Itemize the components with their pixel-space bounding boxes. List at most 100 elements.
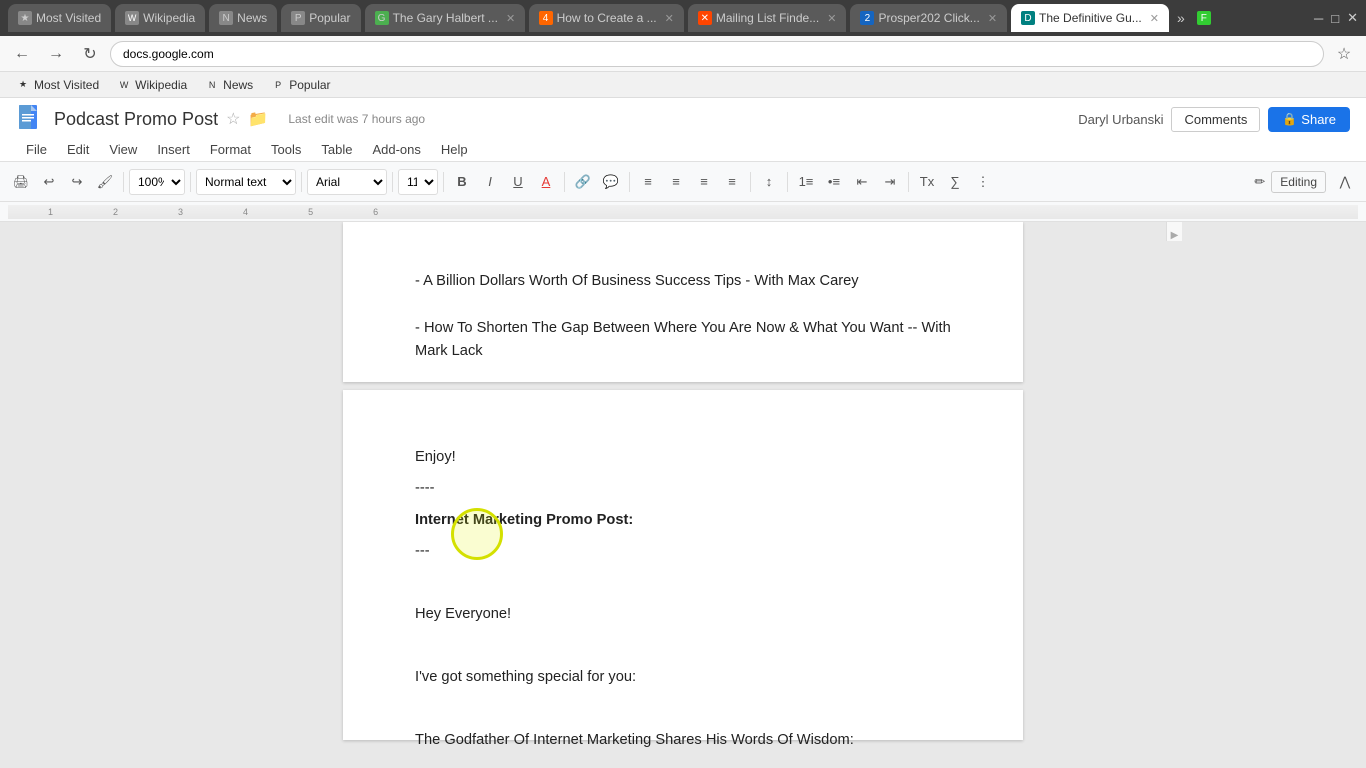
tab-prosper202-close[interactable]: ✕ [988, 12, 997, 25]
justify-button[interactable]: ≡ [719, 169, 745, 195]
browser-window-actions: ─ □ ✕ [1314, 10, 1358, 26]
link-button[interactable]: 🔗 [570, 169, 596, 195]
tab-wikipedia[interactable]: W Wikipedia [115, 4, 205, 32]
bookmark-popular[interactable]: P Popular [263, 76, 338, 94]
bookmark-news[interactable]: N News [197, 76, 261, 94]
docs-folder-button[interactable]: 📁 [248, 109, 268, 129]
docs-last-edit: Last edit was 7 hours ago [288, 112, 425, 126]
tab-definitive-guide-label: The Definitive Gu... [1039, 11, 1142, 25]
paint-format-button[interactable]: 🖌 [92, 169, 118, 195]
pencil-icon: ✏ [1254, 174, 1265, 190]
bold-button[interactable]: B [449, 169, 475, 195]
text-color-button[interactable]: A [533, 169, 559, 195]
maximize-icon[interactable]: □ [1331, 11, 1339, 26]
doc-godfather-heading: The Godfather Of Internet Marketing Shar… [415, 729, 951, 752]
docs-user-name: Daryl Urbanski [1078, 112, 1163, 127]
toolbar-sep-7 [629, 172, 630, 192]
redo-button[interactable]: ↪ [64, 169, 90, 195]
docs-star-button[interactable]: ☆ [226, 109, 240, 129]
bookmark-wikipedia-label: Wikipedia [135, 78, 187, 92]
tab-definitive-guide[interactable]: D The Definitive Gu... ✕ [1011, 4, 1169, 32]
menu-format[interactable]: Format [200, 138, 261, 161]
tab-most-visited[interactable]: ★ Most Visited [8, 4, 111, 32]
bookmark-most-visited-label: Most Visited [34, 78, 99, 92]
lock-icon: 🔒 [1282, 112, 1297, 126]
clear-formatting-button[interactable]: Tx [914, 169, 940, 195]
collapse-toolbar-button[interactable]: ⋀ [1332, 169, 1358, 195]
doc-greeting: Hey Everyone! [415, 603, 951, 626]
editing-mode-selector[interactable]: Editing [1271, 171, 1326, 193]
tab-mailing-list-label: Mailing List Finde... [716, 11, 819, 25]
menu-insert[interactable]: Insert [147, 138, 200, 161]
docs-title-row: Podcast Promo Post ☆ 📁 Last edit was 7 h… [16, 104, 1350, 134]
more-toolbar-button[interactable]: ⋮ [970, 169, 996, 195]
bookmark-most-visited[interactable]: ★ Most Visited [8, 76, 107, 94]
extension-favicon[interactable]: F [1197, 11, 1211, 25]
comments-button[interactable]: Comments [1171, 107, 1260, 132]
decrease-indent-button[interactable]: ⇤ [849, 169, 875, 195]
sidebar-collapse-arrow[interactable]: ▶ [1171, 230, 1179, 241]
bookmark-news-label: News [223, 78, 253, 92]
comment-button[interactable]: 💬 [598, 169, 624, 195]
unordered-list-button[interactable]: •≡ [821, 169, 847, 195]
more-tabs-button[interactable]: » [1177, 10, 1185, 26]
docs-title: Podcast Promo Post [54, 109, 218, 130]
menu-edit[interactable]: Edit [57, 138, 99, 161]
document-page-1[interactable]: - A Billion Dollars Worth Of Business Su… [343, 222, 1023, 382]
tab-gary-halbert[interactable]: G The Gary Halbert ... ✕ [365, 4, 525, 32]
bookmark-wikipedia[interactable]: W Wikipedia [109, 76, 195, 94]
news-favicon: N [219, 11, 233, 25]
toolbar-sep-1 [123, 172, 124, 192]
menu-view[interactable]: View [99, 138, 147, 161]
bookmark-news-icon: N [205, 78, 219, 92]
tab-news[interactable]: N News [209, 4, 277, 32]
align-left-button[interactable]: ≡ [635, 169, 661, 195]
menu-file[interactable]: File [16, 138, 57, 161]
doc-spacer2 [415, 635, 951, 658]
right-sidebar: ▶ [1166, 222, 1182, 241]
reload-button[interactable]: ↻ [76, 40, 104, 68]
ordered-list-button[interactable]: 1≡ [793, 169, 819, 195]
menu-table[interactable]: Table [311, 138, 362, 161]
tab-popular[interactable]: P Popular [281, 4, 360, 32]
tab-mailing-list[interactable]: ✕ Mailing List Finde... ✕ [688, 4, 847, 32]
share-button[interactable]: 🔒 Share [1268, 107, 1350, 132]
document-page-2[interactable]: Enjoy! ---- Internet Marketing Promo Pos… [343, 390, 1023, 740]
tab-gary-halbert-label: The Gary Halbert ... [393, 11, 498, 25]
underline-button[interactable]: U [505, 169, 531, 195]
tab-gary-halbert-close[interactable]: ✕ [506, 12, 515, 25]
tab-news-label: News [237, 11, 267, 25]
tab-definitive-guide-close[interactable]: ✕ [1150, 12, 1159, 25]
increase-indent-button[interactable]: ⇥ [877, 169, 903, 195]
font-select[interactable]: Arial [307, 169, 387, 195]
text-style-select[interactable]: Normal text [196, 169, 296, 195]
toolbar-sep-5 [443, 172, 444, 192]
tab-how-to-create-close[interactable]: ✕ [665, 12, 674, 25]
browser-tab-bar: ★ Most Visited W Wikipedia N News P Popu… [0, 0, 1366, 36]
formula-button[interactable]: ∑ [942, 169, 968, 195]
italic-button[interactable]: I [477, 169, 503, 195]
zoom-select[interactable]: 100% [129, 169, 185, 195]
address-bar-row: ← → ↻ ☆ [0, 36, 1366, 72]
page-container: - A Billion Dollars Worth Of Business Su… [200, 222, 1166, 768]
docs-body[interactable]: - A Billion Dollars Worth Of Business Su… [0, 222, 1366, 768]
bookmark-star[interactable]: ☆ [1330, 40, 1358, 68]
font-size-select[interactable]: 11 [398, 169, 438, 195]
back-button[interactable]: ← [8, 40, 36, 68]
docs-header-actions: Daryl Urbanski Comments 🔒 Share [1078, 107, 1350, 132]
tab-how-to-create[interactable]: 4 How to Create a ... ✕ [529, 4, 684, 32]
tab-prosper202[interactable]: 2 Prosper202 Click... ✕ [850, 4, 1007, 32]
menu-tools[interactable]: Tools [261, 138, 311, 161]
align-center-button[interactable]: ≡ [663, 169, 689, 195]
address-input[interactable] [110, 41, 1324, 67]
menu-help[interactable]: Help [431, 138, 478, 161]
menu-addons[interactable]: Add-ons [362, 138, 430, 161]
align-right-button[interactable]: ≡ [691, 169, 717, 195]
undo-button[interactable]: ↩ [36, 169, 62, 195]
close-browser-icon[interactable]: ✕ [1347, 10, 1358, 26]
tab-mailing-list-close[interactable]: ✕ [827, 12, 836, 25]
minimize-icon[interactable]: ─ [1314, 11, 1323, 26]
print-button[interactable]: 🖨 [8, 169, 34, 195]
line-spacing-button[interactable]: ↕ [756, 169, 782, 195]
forward-button[interactable]: → [42, 40, 70, 68]
